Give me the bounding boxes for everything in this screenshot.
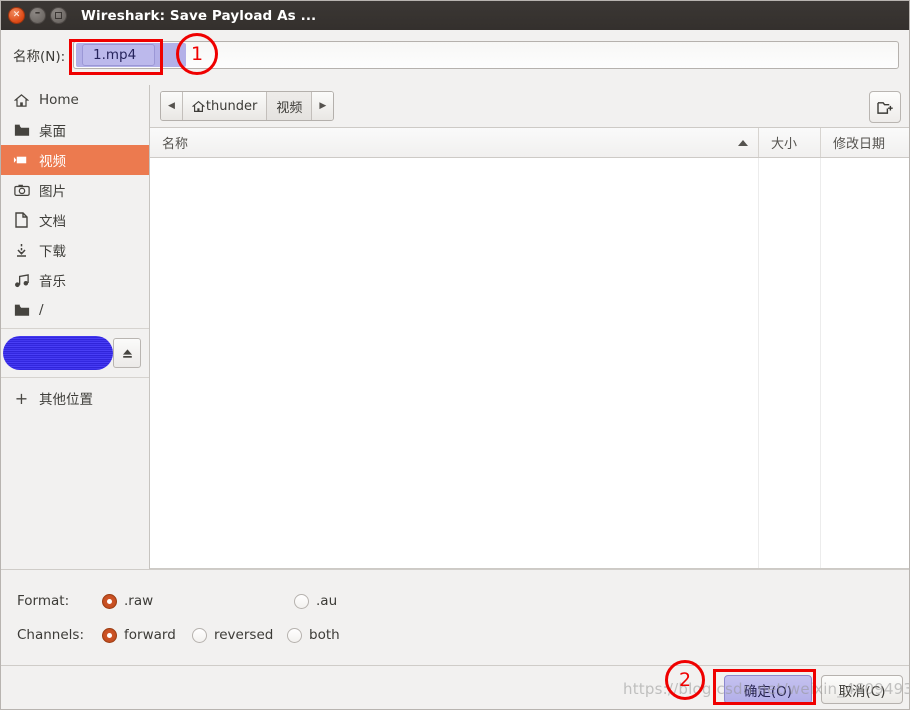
column-header-modified[interactable]: 修改日期 xyxy=(821,128,909,157)
breadcrumb: ◀ thunder 视频 ▶ xyxy=(160,91,335,121)
format-label: Format: xyxy=(17,593,70,609)
sidebar-item-label: 文档 xyxy=(39,214,66,230)
radio-label: forward xyxy=(124,627,176,643)
radio-indicator xyxy=(287,627,302,643)
sidebar-item-label: 音乐 xyxy=(39,274,66,290)
column-label: 修改日期 xyxy=(833,137,886,152)
breadcrumb-item-thunder[interactable]: thunder xyxy=(182,92,268,120)
redaction-overlay xyxy=(3,336,113,370)
action-bar: 确定(O) 取消(C) xyxy=(1,665,909,709)
sidebar-item-label: 其他位置 xyxy=(39,392,93,408)
format-row: Format: .raw .au xyxy=(17,584,909,618)
titlebar: × – Wireshark: Save Payload As ... xyxy=(1,1,909,30)
radio-indicator xyxy=(102,593,117,609)
radio-indicator xyxy=(192,627,207,643)
breadcrumb-item-videos[interactable]: 视频 xyxy=(267,92,313,120)
video-icon xyxy=(13,152,30,169)
radio-label: .raw xyxy=(124,593,154,609)
sidebar-item-root[interactable]: / xyxy=(1,295,149,325)
sidebar-item-videos[interactable]: 视频 xyxy=(1,145,149,175)
maximize-square xyxy=(55,12,62,19)
music-icon xyxy=(13,272,30,289)
document-icon xyxy=(13,212,30,229)
home-icon xyxy=(13,92,30,109)
sidebar-item-label: 下载 xyxy=(39,244,66,260)
chevron-right-icon[interactable]: ▶ xyxy=(312,92,334,120)
channels-label: Channels: xyxy=(17,627,85,643)
options-panel: Format: .raw .au Channels: forward rever… xyxy=(1,569,909,665)
camera-icon xyxy=(13,182,30,199)
radio-channels-forward[interactable]: forward xyxy=(102,627,192,643)
folder-icon xyxy=(13,302,30,319)
file-list-size-column xyxy=(759,158,821,568)
column-header-name[interactable]: 名称 xyxy=(150,128,759,157)
file-list-date-column xyxy=(821,158,909,568)
radio-channels-reversed[interactable]: reversed xyxy=(192,627,287,643)
minimize-glyph: – xyxy=(34,6,41,19)
column-label: 名称 xyxy=(162,137,189,152)
sidebar-item-label: 视频 xyxy=(39,154,66,170)
sidebar-divider xyxy=(1,328,149,329)
name-label: 名称(N): xyxy=(13,49,66,65)
radio-format-au[interactable]: .au xyxy=(294,593,337,609)
file-list[interactable] xyxy=(150,158,909,569)
sort-ascending-icon xyxy=(738,139,748,146)
breadcrumb-label: thunder xyxy=(205,98,258,114)
new-folder-icon[interactable] xyxy=(869,91,901,123)
radio-label: .au xyxy=(316,593,338,609)
close-glyph: × xyxy=(12,9,21,20)
radio-indicator xyxy=(294,593,309,609)
plus-icon: + xyxy=(14,388,29,408)
breadcrumb-label: 视频 xyxy=(276,100,303,116)
sidebar-item-home[interactable]: Home xyxy=(1,85,149,115)
sidebar-item-label: Home xyxy=(39,92,79,108)
sidebar-item-other-locations[interactable]: + 其他位置 xyxy=(1,381,149,415)
file-browser: ◀ thunder 视频 ▶ 名称 大小 修改日期 xyxy=(150,85,909,569)
window-title: Wireshark: Save Payload As ... xyxy=(81,7,317,24)
home-icon xyxy=(191,100,205,113)
sidebar-item-music[interactable]: 音乐 xyxy=(1,265,149,295)
sidebar-item-label: 桌面 xyxy=(39,124,66,140)
name-input[interactable]: 1.mp4 xyxy=(73,41,899,69)
column-header-size[interactable]: 大小 xyxy=(759,128,821,157)
channels-row: Channels: forward reversed both xyxy=(17,618,909,652)
cancel-button[interactable]: 取消(C) xyxy=(821,675,903,704)
sidebar-item-drive[interactable] xyxy=(1,332,149,374)
save-payload-dialog: × – Wireshark: Save Payload As ... 名称(N)… xyxy=(0,0,910,710)
radio-channels-both[interactable]: both xyxy=(287,627,340,643)
sidebar-item-downloads[interactable]: 下载 xyxy=(1,235,149,265)
chevron-left-icon[interactable]: ◀ xyxy=(161,92,183,120)
radio-label: both xyxy=(309,627,340,643)
radio-format-raw[interactable]: .raw xyxy=(102,593,294,609)
maximize-icon[interactable] xyxy=(50,7,67,24)
sidebar-item-desktop[interactable]: 桌面 xyxy=(1,115,149,145)
places-sidebar: Home 桌面 视频 图片 文档 下载 音乐 / + 其他位置 xyxy=(1,85,150,569)
radio-label: reversed xyxy=(214,627,274,643)
sidebar-item-label: 图片 xyxy=(39,184,66,200)
sidebar-item-documents[interactable]: 文档 xyxy=(1,205,149,235)
sidebar-item-label: / xyxy=(39,302,44,318)
name-input-selection: 1.mp4 xyxy=(76,43,186,67)
folder-icon xyxy=(13,122,30,139)
eject-icon[interactable] xyxy=(113,338,141,368)
ok-button[interactable]: 确定(O) xyxy=(724,675,812,704)
file-list-name-column xyxy=(150,158,759,568)
sidebar-divider-2 xyxy=(1,377,149,378)
download-icon xyxy=(13,242,30,259)
close-icon[interactable]: × xyxy=(8,7,25,24)
radio-indicator xyxy=(102,627,117,643)
sidebar-item-pictures[interactable]: 图片 xyxy=(1,175,149,205)
minimize-icon[interactable]: – xyxy=(29,7,46,24)
dialog-body: Home 桌面 视频 图片 文档 下载 音乐 / + 其他位置 ◀ thunde… xyxy=(1,85,909,569)
file-list-header: 名称 大小 修改日期 xyxy=(150,127,909,158)
column-label: 大小 xyxy=(771,137,798,152)
name-input-value: 1.mp4 xyxy=(82,44,156,66)
window-controls: × – xyxy=(8,7,67,24)
pathbar: ◀ thunder 视频 ▶ xyxy=(150,85,909,127)
